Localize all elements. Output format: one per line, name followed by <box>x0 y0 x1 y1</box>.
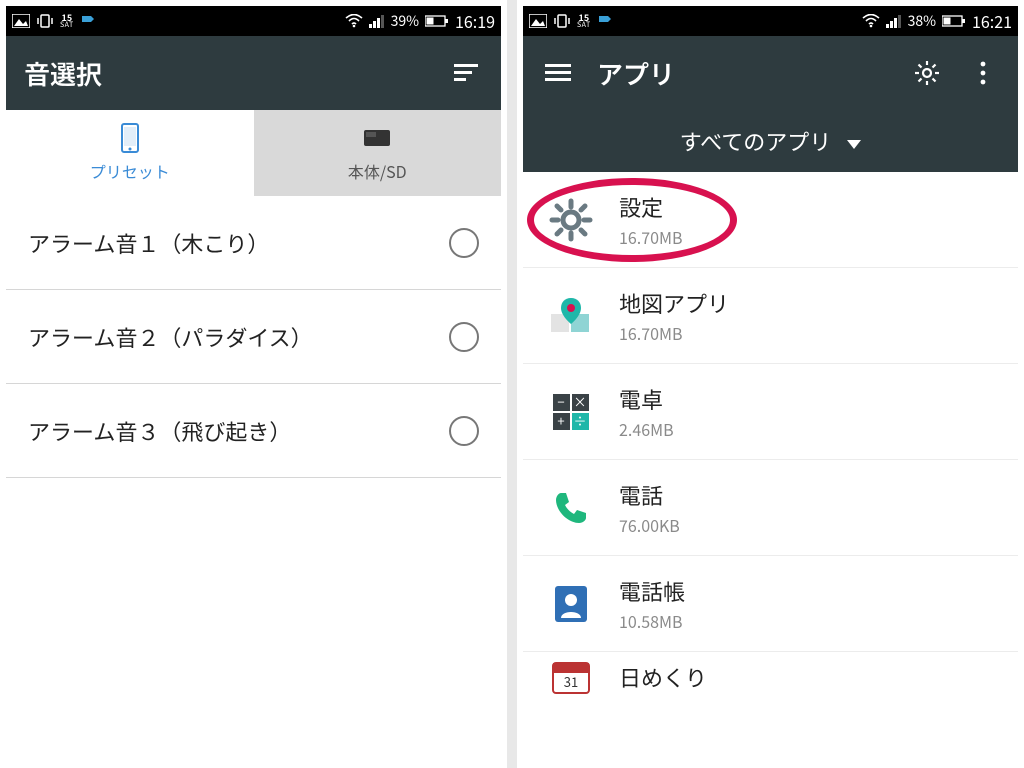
app-filter-dropdown[interactable]: すべてのアプリ <box>523 110 1018 172</box>
app-size: 16.70MB <box>619 321 729 345</box>
picture-icon <box>529 14 547 28</box>
app-row-calendar[interactable]: 31 日めくり <box>523 652 1018 702</box>
app-size: 10.58MB <box>619 609 685 633</box>
app-size: 76.00KB <box>619 513 680 537</box>
clock: 16:21 <box>972 9 1012 33</box>
radio-unchecked[interactable] <box>449 322 479 352</box>
calendar-icon: 15 SAT <box>577 13 591 29</box>
page-title: アプリ <box>597 55 675 92</box>
svg-text:+: + <box>557 411 564 430</box>
app-icon-calendar: 31 <box>543 657 599 697</box>
app-icon-map <box>543 288 599 344</box>
chevron-down-icon <box>847 125 861 157</box>
app-name: 電卓 <box>619 383 674 415</box>
app-row-calc[interactable]: −× + ÷ 電卓 2.46MB <box>523 364 1018 460</box>
calendar-icon: 15 SAT <box>60 13 74 29</box>
sdcard-icon <box>362 123 392 153</box>
row-label: アラーム音３（飛び起き） <box>28 415 449 447</box>
app-row-phone[interactable]: 電話 76.00KB <box>523 460 1018 556</box>
sound-row[interactable]: アラーム音２（パラダイス） <box>6 290 501 384</box>
action-bar: 音選択 <box>6 36 501 110</box>
svg-text:÷: ÷ <box>573 411 586 430</box>
svg-text:×: × <box>573 392 586 411</box>
bookmark-icon <box>80 14 96 28</box>
row-label: アラーム音１（木こり） <box>28 227 449 259</box>
app-name: 地図アプリ <box>619 287 729 319</box>
wifi-icon <box>862 14 880 28</box>
tab-sd[interactable]: 本体/SD <box>254 110 502 196</box>
app-name: 電話 <box>619 479 680 511</box>
radio-unchecked[interactable] <box>449 416 479 446</box>
app-icon-gear <box>543 192 599 248</box>
app-name: 日めくり <box>619 661 707 693</box>
action-bar: アプリ <box>523 36 1018 110</box>
battery-icon <box>942 15 966 27</box>
app-size: 16.70MB <box>619 225 682 249</box>
svg-text:31: 31 <box>564 672 578 691</box>
app-name: 設定 <box>619 191 682 223</box>
sound-row[interactable]: アラーム音３（飛び起き） <box>6 384 501 478</box>
radio-unchecked[interactable] <box>449 228 479 258</box>
signal-icon <box>369 14 385 28</box>
phone-icon <box>115 123 145 153</box>
tab-label: プリセット <box>90 159 170 183</box>
vibrate-icon <box>553 13 571 29</box>
wifi-icon <box>345 14 363 28</box>
tab-preset[interactable]: プリセット <box>6 110 254 196</box>
row-label: アラーム音２（パラダイス） <box>28 321 449 353</box>
battery-pct: 39% <box>391 11 419 31</box>
tab-label: 本体/SD <box>348 159 407 183</box>
dropdown-label: すべてのアプリ <box>680 125 832 157</box>
hamburger-icon[interactable] <box>541 56 575 90</box>
tab-bar: プリセット 本体/SD <box>6 110 501 196</box>
sort-icon[interactable] <box>449 56 483 90</box>
bookmark-icon <box>597 14 613 28</box>
app-row-settings[interactable]: 設定 16.70MB <box>523 172 1018 268</box>
battery-pct: 38% <box>908 11 936 31</box>
app-size: 2.46MB <box>619 417 674 441</box>
status-bar: 15 SAT 39% 16:19 <box>6 6 501 36</box>
app-row-map[interactable]: 地図アプリ 16.70MB <box>523 268 1018 364</box>
svg-text:−: − <box>557 392 564 411</box>
sound-row[interactable]: アラーム音１（木こり） <box>6 196 501 290</box>
more-vert-icon[interactable] <box>966 56 1000 90</box>
app-row-contacts[interactable]: 電話帳 10.58MB <box>523 556 1018 652</box>
phone-left: 15 SAT 39% 16:19 音選択 <box>0 0 507 768</box>
app-icon-phone <box>543 480 599 536</box>
app-icon-contacts <box>543 576 599 632</box>
clock: 16:19 <box>455 9 495 33</box>
vibrate-icon <box>36 13 54 29</box>
gear-icon[interactable] <box>910 56 944 90</box>
app-icon-calculator: −× + ÷ <box>543 384 599 440</box>
page-title: 音選択 <box>24 55 102 92</box>
app-name: 電話帳 <box>619 575 685 607</box>
battery-icon <box>425 15 449 27</box>
picture-icon <box>12 14 30 28</box>
status-bar: 15 SAT 38% 16:21 <box>523 6 1018 36</box>
signal-icon <box>886 14 902 28</box>
phone-right: 15 SAT 38% 16:21 アプリ <box>517 0 1024 768</box>
